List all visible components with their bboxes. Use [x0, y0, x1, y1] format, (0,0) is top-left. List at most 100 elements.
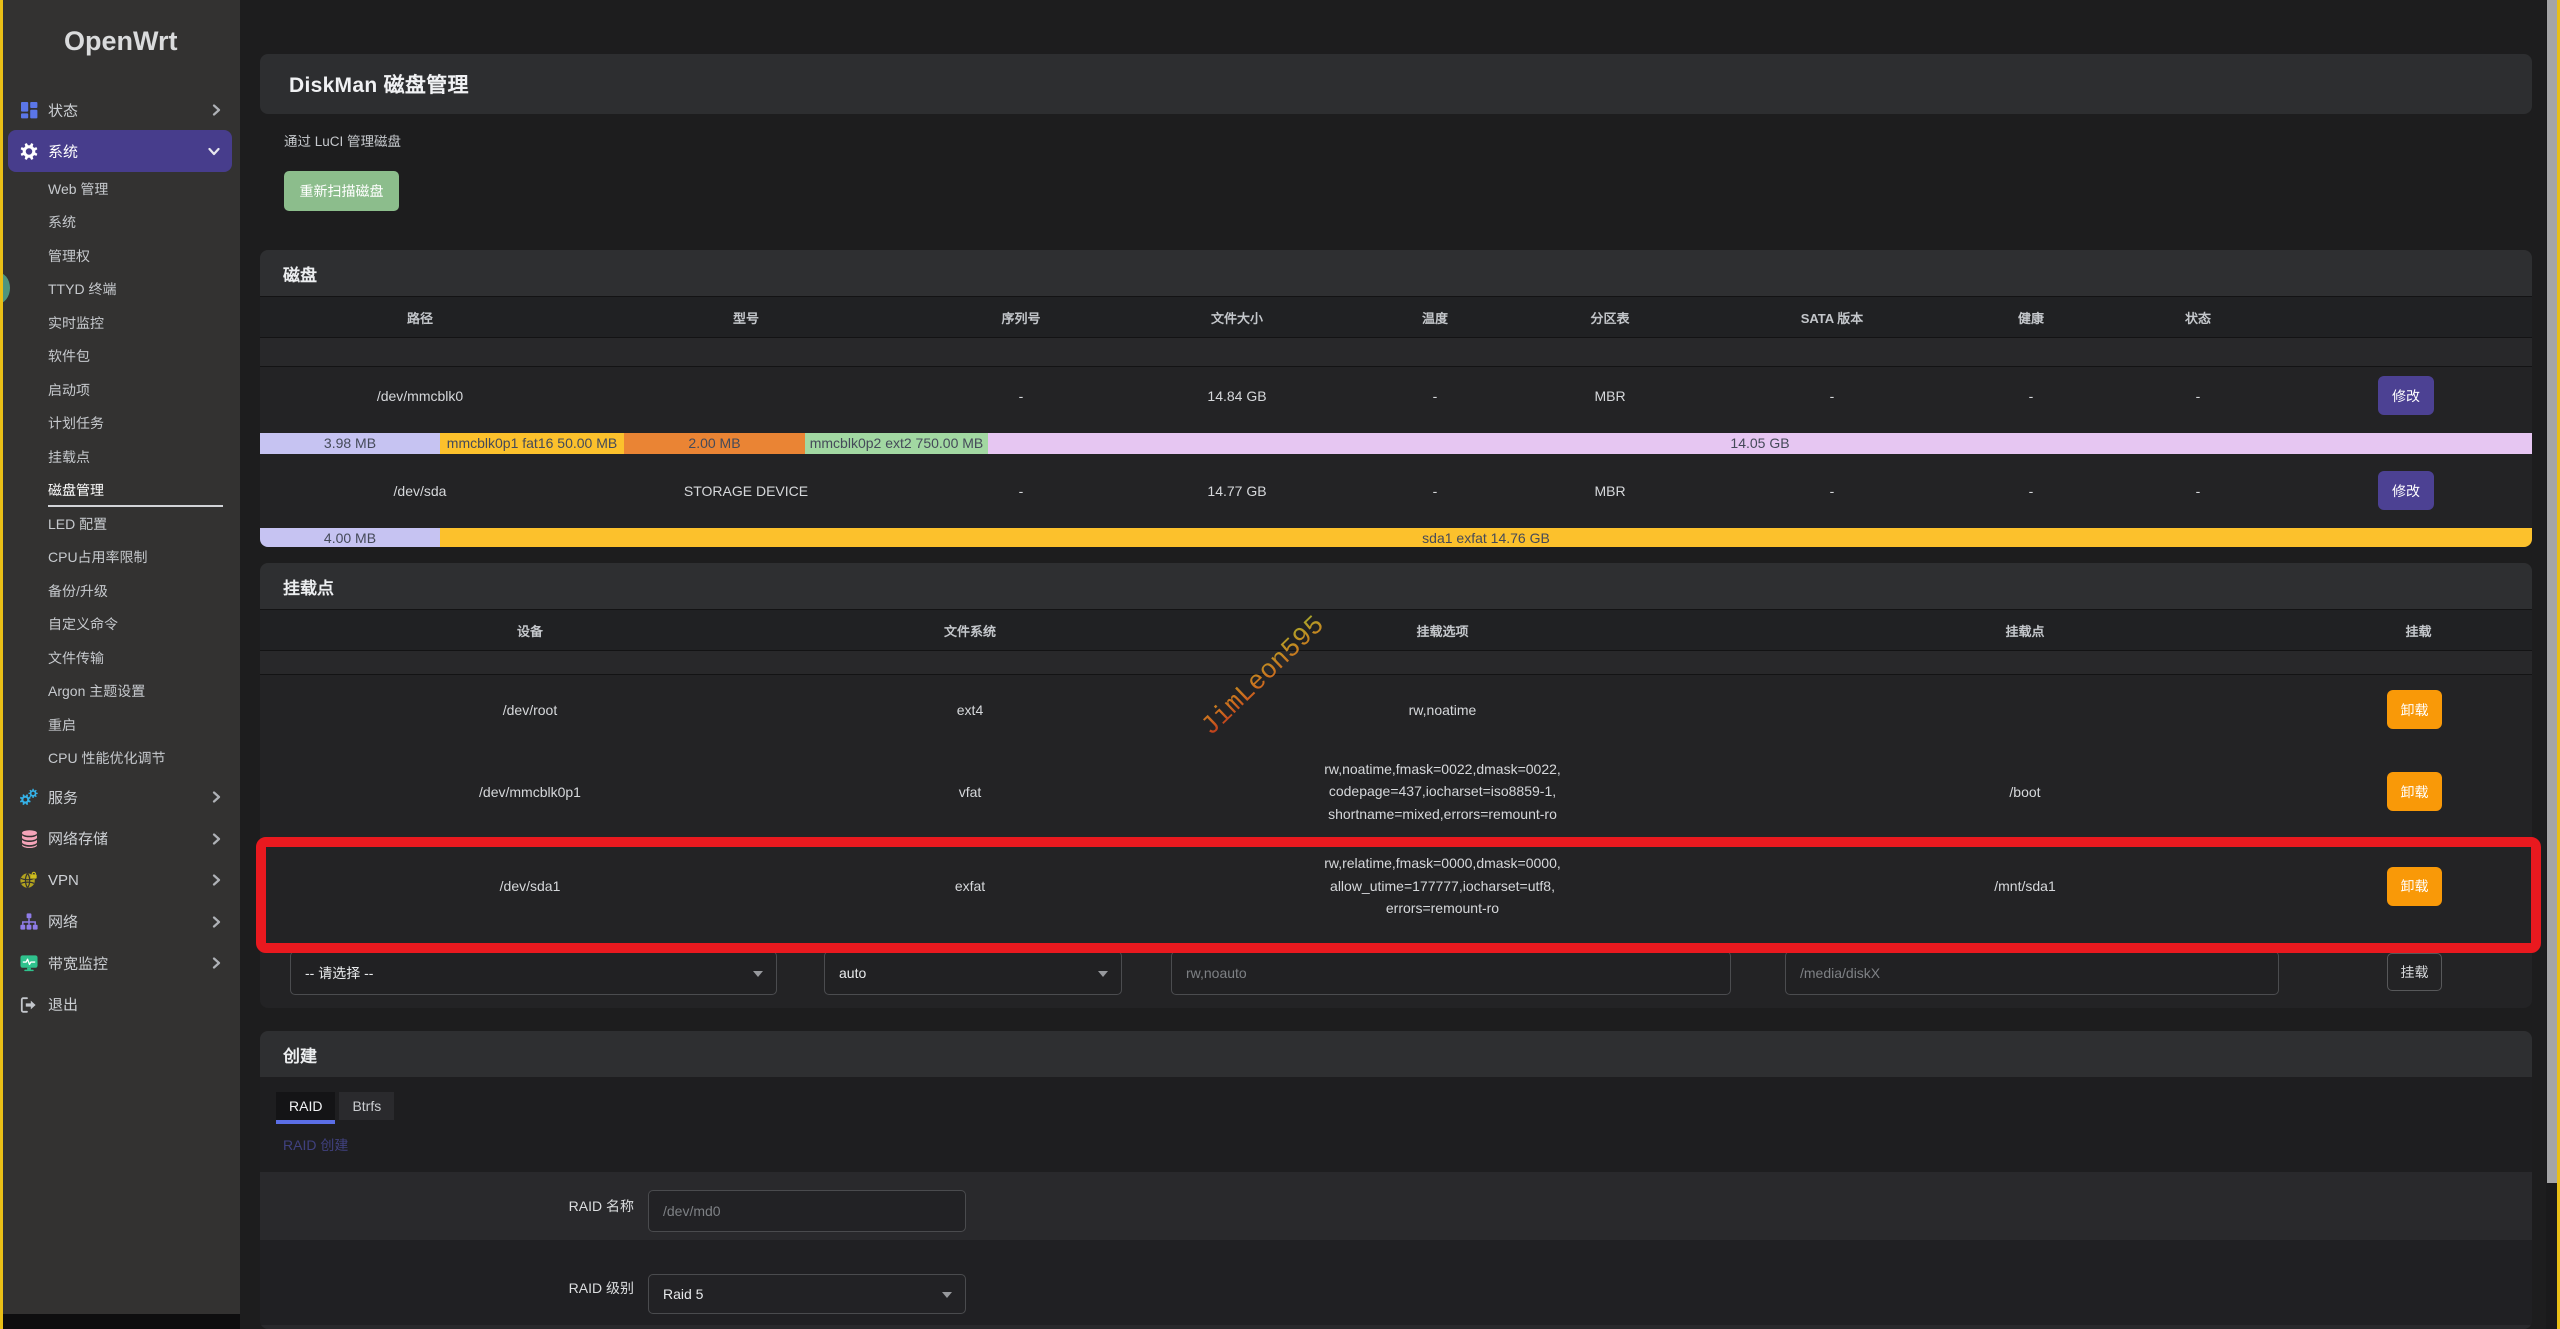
action-cell: 修改: [2304, 367, 2532, 425]
sidebar-item-network[interactable]: 网络: [3, 901, 240, 943]
mount-options-input[interactable]: [1171, 951, 1731, 995]
disk-temp: -: [1344, 367, 1526, 425]
form-cell: [1140, 951, 1745, 1008]
tab-btrfs[interactable]: Btrfs: [339, 1092, 394, 1120]
sidebar-item-network-storage[interactable]: 网络存储: [3, 818, 240, 860]
unmount-button[interactable]: 卸载: [2387, 772, 2442, 811]
monitor-icon: [20, 954, 38, 972]
disk-status: -: [2092, 367, 2304, 425]
rescan-disks-button[interactable]: 重新扫描磁盘: [284, 171, 399, 211]
unmount-button[interactable]: 卸载: [2387, 690, 2442, 729]
partition-segment: 2.00 MB: [624, 433, 805, 454]
sidebar-subitem-web-admin[interactable]: Web 管理: [3, 172, 240, 206]
disk-model: STORAGE DEVICE: [580, 454, 912, 528]
partition-bar-sda: 4.00 MB sda1 exfat 14.76 GB: [260, 528, 2532, 548]
mount-button[interactable]: 挂载: [2387, 953, 2442, 991]
sidebar-item-bandwidth-monitor[interactable]: 带宽监控: [3, 943, 240, 985]
sidebar-subitem-realtime-monitor[interactable]: 实时监控: [3, 306, 240, 340]
modify-disk-button[interactable]: 修改: [2378, 471, 2434, 510]
sidebar-subitem-file-transfer[interactable]: 文件传输: [3, 641, 240, 675]
raid-level-select[interactable]: Raid 5: [648, 1274, 966, 1314]
partition-segment: sda1 exfat 14.76 GB: [440, 528, 2532, 548]
sidebar-subitem-software[interactable]: 软件包: [3, 340, 240, 374]
sidebar: OpenWrt 状态 系统 Web 管理 系统 管理权 TTYD 终端 实时监控…: [3, 0, 240, 1314]
sidebar-subitem-scheduled-tasks[interactable]: 计划任务: [3, 407, 240, 441]
sidebar-subitem-argon-theme[interactable]: Argon 主题设置: [3, 675, 240, 709]
disk-size: 14.77 GB: [1130, 454, 1344, 528]
col-temp: 温度: [1344, 297, 1526, 338]
mount-point-input[interactable]: [1785, 951, 2279, 995]
mounts-table-header-row: 设备 文件系统 挂载选项 挂载点 挂载: [260, 610, 2532, 651]
create-card: 创建 RAID Btrfs RAID 创建 RAID 名称 RAID 级别 Ra…: [260, 1031, 2532, 1329]
sidebar-subitem-ttyd[interactable]: TTYD 终端: [3, 273, 240, 307]
filesystem-select[interactable]: auto: [824, 951, 1122, 995]
partition-bar-row: 3.98 MB mmcblk0p1 fat16 50.00 MB 2.00 MB…: [260, 425, 2532, 454]
sidebar-item-services[interactable]: 服务: [3, 777, 240, 819]
sidebar-item-status[interactable]: 状态: [3, 90, 240, 130]
spacer-row: [260, 651, 2532, 675]
raid-level-row: RAID 级别 Raid 5: [260, 1240, 2532, 1325]
sidebar-subitem-disk-management[interactable]: 磁盘管理: [3, 474, 240, 508]
action-cell: 卸载: [2305, 675, 2532, 745]
sidebar-subitem-system[interactable]: 系统: [3, 206, 240, 240]
next-form-row: [260, 1325, 2532, 1329]
chevron-down-icon: [208, 147, 220, 156]
disk-temp: -: [1344, 454, 1526, 528]
sidebar-item-label: 服务: [48, 787, 78, 808]
col-path: 路径: [260, 297, 580, 338]
disk-health: -: [1970, 367, 2092, 425]
create-tabs: RAID Btrfs: [276, 1092, 394, 1124]
sign-out-icon: [20, 996, 38, 1014]
disk-serial: -: [912, 454, 1130, 528]
col-device: 设备: [260, 610, 800, 651]
chevron-right-icon: [212, 833, 221, 845]
tab-raid[interactable]: RAID: [276, 1092, 335, 1124]
sidebar-item-logout[interactable]: 退出: [3, 984, 240, 1026]
openwrt-logo[interactable]: OpenWrt: [64, 26, 178, 57]
sidebar-subitem-cpu-limit[interactable]: CPU占用率限制: [3, 541, 240, 575]
scrollbar-thumb[interactable]: [2547, 0, 2557, 1183]
sidebar-item-label: 状态: [48, 100, 78, 121]
gear-icon: [20, 142, 38, 160]
sidebar-subitem-reboot[interactable]: 重启: [3, 708, 240, 742]
create-section-title: 创建: [260, 1031, 2532, 1077]
sidebar-subitem-administration[interactable]: 管理权: [3, 239, 240, 273]
mount-form-row: -- 请选择 -- auto 挂载: [260, 951, 2532, 1008]
system-submenu: Web 管理 系统 管理权 TTYD 终端 实时监控 软件包 启动项 计划任务 …: [3, 172, 240, 775]
partition-segment: mmcblk0p2 ext2 750.00 MB: [805, 433, 988, 454]
scrollbar-track[interactable]: [2546, 0, 2557, 1329]
form-cell: -- 请选择 --: [260, 951, 800, 1008]
modify-disk-button[interactable]: 修改: [2378, 376, 2434, 415]
col-serial: 序列号: [912, 297, 1130, 338]
partition-bar-cell: 3.98 MB mmcblk0p1 fat16 50.00 MB 2.00 MB…: [260, 425, 2532, 454]
watermark-text: JimLeon595: [1140, 575, 1390, 785]
sidebar-void: [3, 1314, 240, 1329]
app-root: OpenWrt 状态 系统 Web 管理 系统 管理权 TTYD 终端 实时监控…: [0, 0, 2560, 1329]
raid-create-link[interactable]: RAID 创建: [283, 1135, 348, 1155]
col-model: 型号: [580, 297, 912, 338]
col-filesystem: 文件系统: [800, 610, 1140, 651]
chevron-right-icon: [212, 957, 221, 969]
sidebar-subitem-startup[interactable]: 启动项: [3, 373, 240, 407]
disk-parttable: MBR: [1526, 454, 1694, 528]
sidebar-item-system[interactable]: 系统: [8, 130, 232, 172]
spacer-row: [260, 338, 2532, 367]
caret-down-icon: [1098, 971, 1108, 977]
chevron-right-icon: [212, 104, 221, 116]
sidebar-subitem-mount-points[interactable]: 挂载点: [3, 440, 240, 474]
sidebar-subitem-cpu-tuning[interactable]: CPU 性能优化调节: [3, 742, 240, 776]
form-cell: auto: [800, 951, 1140, 1008]
sidebar-subitem-led-config[interactable]: LED 配置: [3, 507, 240, 541]
raid-name-input[interactable]: [648, 1190, 966, 1232]
mount-point: /boot: [1745, 745, 2305, 839]
sidebar-subitem-backup-upgrade[interactable]: 备份/升级: [3, 574, 240, 608]
device-select[interactable]: -- 请选择 --: [290, 951, 777, 995]
disk-row-sda: /dev/sda STORAGE DEVICE - 14.77 GB - MBR…: [260, 454, 2532, 528]
sidebar-item-vpn[interactable]: VPN: [3, 860, 240, 902]
disks-table-header-row: 路径 型号 序列号 文件大小 温度 分区表 SATA 版本 健康 状态: [260, 297, 2532, 338]
mounts-section-title: 挂载点: [260, 563, 2532, 609]
chevron-right-icon: [212, 874, 221, 886]
spacer-cell: [260, 651, 2532, 675]
gears-icon: [20, 788, 38, 806]
sidebar-subitem-custom-commands[interactable]: 自定义命令: [3, 608, 240, 642]
